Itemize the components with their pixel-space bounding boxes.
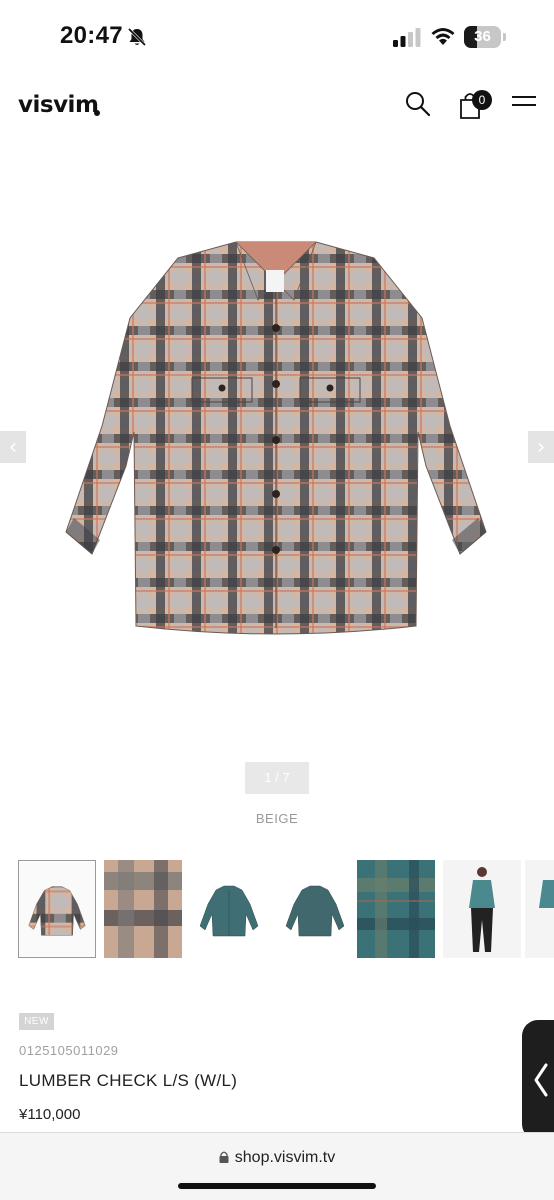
status-bar: 20:47 36 [0, 0, 554, 72]
shirt-thumbnail-image [190, 860, 268, 958]
browser-address-bar[interactable]: shop.visvim.tv [0, 1132, 554, 1200]
thumbnail-partial[interactable] [525, 860, 554, 958]
fabric-thumbnail-image [357, 860, 435, 958]
hamburger-menu-icon[interactable] [512, 96, 538, 112]
visvim-logo[interactable]: visvim [18, 92, 99, 118]
menu-line [512, 104, 536, 106]
chevron-left-icon: ‹ [8, 434, 18, 460]
wifi-icon [431, 28, 455, 45]
shirt-thumbnail-image [19, 861, 95, 957]
gallery-prev-button[interactable]: ‹ [0, 431, 26, 463]
battery-cap [503, 33, 506, 41]
fabric-thumbnail-image [104, 860, 182, 958]
side-drawer-tab[interactable] [522, 1020, 554, 1140]
status-time: 20:47 [60, 22, 123, 49]
new-badge: NEW [19, 1013, 54, 1030]
product-price: ¥110,000 [19, 1106, 81, 1123]
thumbnail-green-shirt-front[interactable] [190, 860, 268, 958]
chevron-right-icon: › [536, 434, 546, 460]
chevron-left-icon [534, 1063, 548, 1097]
gallery-counter: 1 / 7 [245, 762, 309, 794]
thumbnail-green-fabric[interactable] [357, 860, 435, 958]
url-text: shop.visvim.tv [234, 1149, 336, 1166]
logo-registered-mark [94, 110, 100, 116]
shirt-thumbnail-image [276, 860, 354, 958]
gallery-next-button[interactable]: › [528, 431, 554, 463]
battery-indicator: 36 [464, 26, 506, 48]
product-sku: 0125105011029 [19, 1043, 119, 1058]
model-thumbnail-image [525, 860, 554, 958]
cart-button[interactable]: 0 [458, 88, 494, 120]
site-header: visvim 0 [0, 78, 554, 134]
battery-level-text: 36 [474, 28, 491, 45]
bell-muted-icon [127, 27, 147, 47]
lock-icon [219, 1151, 229, 1163]
thumbnail-beige-shirt[interactable] [18, 860, 96, 958]
thumbnail-strip [18, 860, 554, 960]
cart-count-badge: 0 [472, 90, 492, 110]
color-label: BEIGE [255, 811, 299, 826]
url-display[interactable]: shop.visvim.tv [0, 1149, 554, 1167]
search-icon[interactable] [404, 90, 432, 118]
thumbnail-model[interactable] [443, 860, 521, 958]
battery-body: 36 [464, 26, 501, 48]
home-indicator [178, 1183, 376, 1189]
product-name: LUMBER CHECK L/S (W/L) [19, 1071, 238, 1090]
menu-line [512, 96, 536, 98]
thumbnail-green-shirt-back[interactable] [276, 860, 354, 958]
model-thumbnail-image [443, 860, 521, 958]
thumbnail-beige-fabric[interactable] [104, 860, 182, 958]
main-product-image[interactable] [30, 236, 522, 640]
cellular-signal-icon [393, 28, 421, 47]
